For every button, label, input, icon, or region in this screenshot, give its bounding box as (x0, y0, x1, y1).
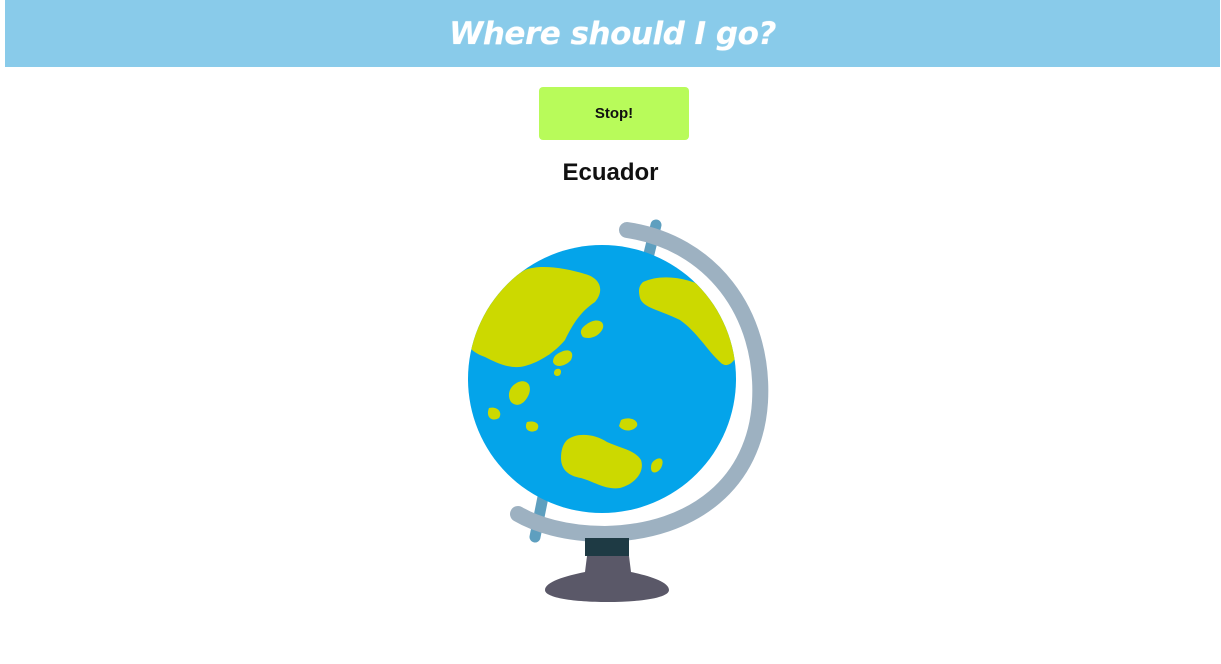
country-result: Ecuador (562, 159, 659, 186)
app-header: Where should I go? (5, 0, 1220, 67)
stop-button[interactable]: Stop! (539, 87, 689, 140)
page-title: Where should I go? (449, 15, 776, 52)
globe-sphere (468, 245, 736, 513)
globe-stand (545, 538, 669, 602)
page: Where should I go? Stop! Ecuador (0, 0, 1221, 664)
globe-icon (468, 219, 769, 602)
